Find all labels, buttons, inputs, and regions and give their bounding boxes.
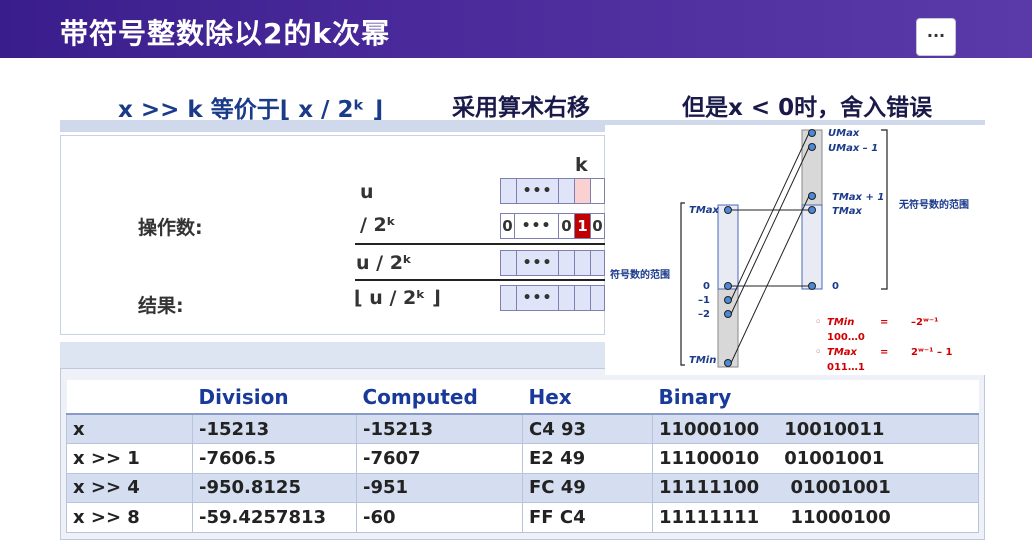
note-bullet-2: ◦ (815, 347, 822, 358)
pt-tmin (724, 359, 732, 367)
cell-binary: 11111111 11000100 (652, 502, 979, 533)
divider-line-1 (355, 243, 605, 245)
cell-label: x >> 1 (66, 443, 193, 474)
cell-label: x (66, 413, 193, 444)
note-bin1: 100…0 (827, 332, 865, 343)
note-tmin: TMin (827, 317, 855, 328)
pt-minus2 (724, 310, 732, 318)
cell-computed: -951 (356, 472, 523, 503)
diag-umax-minus1: UMax – 1 (828, 143, 879, 154)
cell-division: -15213 (192, 413, 357, 444)
cell-hex: FC 49 (522, 472, 653, 503)
col-header-division: Division (192, 380, 357, 415)
pt-umax-minus1 (808, 143, 816, 151)
note-bullet-1: ◦ (815, 317, 822, 328)
u-div-label: u / 2ᵏ (356, 252, 413, 274)
k-label: k (575, 154, 588, 176)
result-label: 结果: (138, 295, 184, 317)
diag-tmin: TMin (689, 355, 717, 366)
result-bit-vector: ••• (500, 285, 605, 311)
table-row: x >> 4 -950.8125 -951 FC 49 11111100 010… (66, 472, 979, 503)
pt-tmax-plus1 (808, 192, 816, 200)
pt-minus1 (724, 296, 732, 304)
mapping-diagram-svg (680, 129, 888, 368)
note-tmax: TMax (827, 347, 857, 358)
divisor-bit-vector: 0 ••• 0 1 0 (500, 213, 605, 239)
note-bin2: 011…1 (827, 362, 865, 373)
note-val2: 2ʷ⁻¹ – 1 (911, 347, 953, 358)
pt-tmax-right (808, 206, 816, 214)
cell-label: x >> 4 (66, 472, 193, 503)
diag-zero-left: 0 (703, 281, 710, 292)
diag-tmax-plus1: TMax + 1 (832, 192, 885, 203)
table-row: x -15213 -15213 C4 93 11000100 10010011 (66, 413, 979, 444)
table-header-row: Division Computed Hex Binary (66, 380, 979, 415)
diag-tmax-right: TMax (832, 206, 862, 217)
floor-label: ⌊ u / 2ᵏ ⌋ (354, 287, 441, 309)
cell-division: -7606.5 (192, 443, 357, 474)
cell-hex: E2 49 (522, 443, 653, 474)
table-row: x >> 8 -59.4257813 -60 FF C4 11111111 11… (66, 502, 979, 533)
cell-binary: 11000100 10010011 (652, 413, 979, 444)
pt-zero-left (724, 282, 732, 290)
diag-signed-range: 符号数的范围 (610, 270, 670, 281)
cell-binary: 11100010 01001001 (652, 443, 979, 474)
cell-binary: 11111100 01001001 (652, 472, 979, 503)
note-eq1: = (880, 317, 889, 328)
cell-computed: -7607 (356, 443, 523, 474)
heading-equivalence: x >> k 等价于⌊ x / 2ᵏ ⌋ (118, 97, 384, 123)
more-options-button[interactable]: ··· (916, 18, 956, 56)
note-eq2: = (880, 347, 889, 358)
divider-line-2 (355, 279, 605, 281)
unsigned-bracket (881, 129, 888, 290)
signed-nonneg-segment (717, 204, 739, 290)
diag-tmax-left: TMax (689, 205, 719, 216)
diag-umax: UMax (828, 128, 860, 139)
cell-hex: FF C4 (522, 502, 653, 533)
slide-title: 带符号整数除以2的k次幂 (60, 17, 391, 50)
u-label: u (360, 181, 374, 203)
divisor-label: / 2ᵏ (360, 214, 397, 236)
signed-bracket (680, 202, 685, 366)
note-val1: –2ʷ⁻¹ (911, 317, 939, 328)
shift-results-table: Division Computed Hex Binary x -15213 -1… (66, 380, 979, 533)
col-header-computed: Computed (356, 380, 523, 415)
unsigned-low-segment (801, 204, 823, 290)
u-div-bit-vector: ••• (500, 250, 605, 276)
table-row: x >> 1 -7606.5 -7607 E2 49 11100010 0100… (66, 443, 979, 474)
mapping-diagram: UMax UMax – 1 TMax + 1 TMax 无符号数的范围 TMax… (605, 125, 985, 375)
diag-zero-right: 0 (832, 281, 839, 292)
u-bit-vector: ••• (500, 178, 605, 204)
diag-unsigned-range: 无符号数的范围 (899, 200, 969, 211)
diag-minus2: –2 (698, 309, 710, 320)
operand-label: 操作数: (138, 217, 203, 239)
col-header-binary: Binary (652, 380, 979, 415)
pt-zero-right (808, 282, 816, 290)
cell-computed: -60 (356, 502, 523, 533)
heading-arithmetic-shift: 采用算术右移 (452, 95, 590, 121)
heading-rounding-error: 但是x < 0时，舍入错误 (682, 95, 933, 121)
col-header-label (66, 380, 193, 415)
col-header-hex: Hex (522, 380, 653, 415)
cell-label: x >> 8 (66, 502, 193, 533)
cell-hex: C4 93 (522, 413, 653, 444)
diag-minus1: –1 (698, 295, 710, 306)
cell-division: -59.4257813 (192, 502, 357, 533)
cell-division: -950.8125 (192, 472, 357, 503)
pt-tmax-left (724, 206, 732, 214)
pt-umax (808, 129, 816, 137)
cell-computed: -15213 (356, 413, 523, 444)
